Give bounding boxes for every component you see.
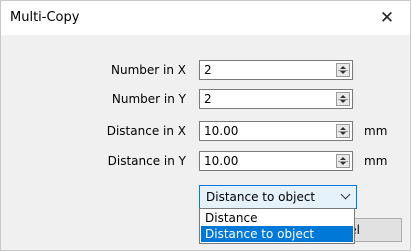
distance-in-y-unit: mm <box>364 154 388 168</box>
distance-in-x-field[interactable]: 10.00 <box>199 121 353 141</box>
number-in-x-field[interactable]: 2 <box>199 60 353 80</box>
number-in-y-label: Number in Y <box>111 92 186 106</box>
distance-mode-dropdown-list: Distance Distance to object <box>199 208 355 244</box>
distance-in-x-label: Distance in X <box>106 124 186 138</box>
number-in-x-value: 2 <box>204 63 212 77</box>
distance-in-y-value: 10.00 <box>204 154 239 168</box>
distance-in-x-unit: mm <box>364 124 388 138</box>
spin-icon[interactable] <box>336 63 350 77</box>
multi-copy-dialog: Multi-Copy ✕ Number in X 2 Number in Y 2… <box>0 0 411 251</box>
spin-icon[interactable] <box>336 124 350 138</box>
number-in-y-value: 2 <box>204 92 212 106</box>
spin-icon[interactable] <box>336 92 350 106</box>
distance-in-y-label: Distance in Y <box>107 154 186 168</box>
option-distance-to-object[interactable]: Distance to object <box>201 226 353 242</box>
title-bar: Multi-Copy ✕ <box>1 1 410 35</box>
close-icon[interactable]: ✕ <box>364 1 410 35</box>
number-in-x-label: Number in X <box>111 63 186 77</box>
number-in-y-field[interactable]: 2 <box>199 89 353 109</box>
distance-in-x-value: 10.00 <box>204 124 239 138</box>
window-title: Multi-Copy <box>10 10 80 25</box>
spin-icon[interactable] <box>336 154 350 168</box>
chevron-down-icon <box>340 189 351 200</box>
option-distance[interactable]: Distance <box>201 210 353 226</box>
distance-in-y-field[interactable]: 10.00 <box>199 151 353 171</box>
distance-mode-select[interactable]: Distance to object <box>199 185 357 209</box>
distance-mode-selected: Distance to object <box>206 190 316 204</box>
